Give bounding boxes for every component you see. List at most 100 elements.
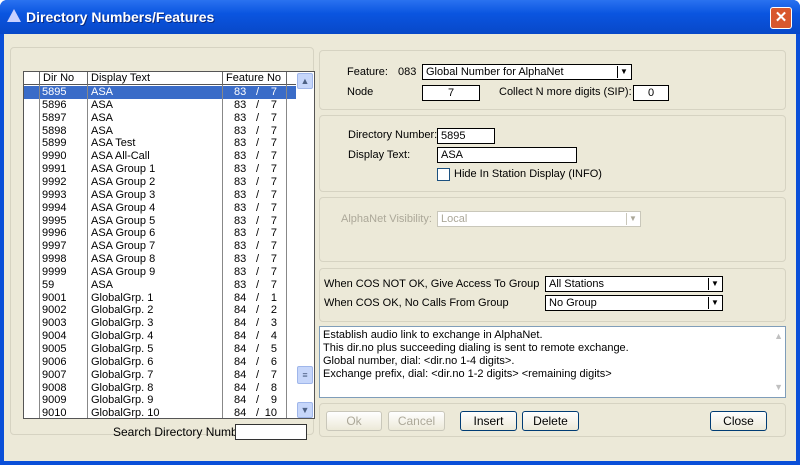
feature-cell: 84	[234, 407, 247, 419]
list-row[interactable]: 9997 ASA Group 7 83 / 7	[24, 240, 296, 253]
collect-digits-input[interactable]: 0	[633, 85, 669, 101]
list-scrollbar[interactable]: ▲ ≡ ▼	[296, 72, 314, 418]
cos-not-ok-label: When COS NOT OK, Give Access To Group	[324, 278, 540, 290]
dir-no-cell: 9999	[42, 265, 67, 278]
feature-sub-cell: 7	[270, 240, 277, 253]
list-row[interactable]: 9003 GlobalGrp. 3 84 / 3	[24, 317, 296, 330]
dir-no-cell: 9994	[42, 201, 67, 214]
title-bar[interactable]: Directory Numbers/Features ✕	[0, 0, 800, 34]
feature-cell: 83	[234, 175, 247, 188]
list-row[interactable]: 9996 ASA Group 6 83 / 7	[24, 227, 296, 240]
entry-group: Directory Number: 5895 Display Text: ASA…	[319, 115, 786, 192]
directory-list[interactable]: Dir No Display Text Feature No 5895 ASA 83…	[23, 71, 315, 419]
hide-in-station-checkbox[interactable]	[437, 168, 450, 181]
list-row[interactable]: 9008 GlobalGrp. 8 84 / 8	[24, 382, 296, 395]
feature-cell: 83	[234, 111, 247, 124]
search-label: Search Directory Number:	[113, 425, 252, 439]
display-text-cell: GlobalGrp. 2	[91, 304, 154, 317]
list-row[interactable]: 9007 GlobalGrp. 7 84 / 7	[24, 369, 296, 382]
list-row[interactable]: 5896 ASA 83 / 7	[24, 99, 296, 112]
dir-no-cell: 9003	[42, 317, 67, 330]
ok-button[interactable]: Ok	[326, 411, 382, 431]
feature-separator: /	[256, 265, 260, 278]
directory-number-input[interactable]: 5895	[437, 128, 495, 144]
feature-cell: 84	[234, 317, 247, 330]
list-row[interactable]: 9009 GlobalGrp. 9 84 / 9	[24, 394, 296, 407]
feature-cell: 83	[234, 201, 247, 214]
delete-button[interactable]: Delete	[522, 411, 579, 431]
list-row[interactable]: 59 ASA 83 / 7	[24, 279, 296, 292]
display-text-cell: GlobalGrp. 5	[91, 343, 154, 355]
feature-description[interactable]: Establish audio link to exchange in Alph…	[319, 326, 786, 398]
scroll-thumb[interactable]: ≡	[297, 366, 313, 384]
list-row[interactable]: 9010 GlobalGrp. 10 84 / 10	[24, 407, 296, 419]
feature-sub-cell: 4	[270, 330, 277, 343]
dialog-window: Directory Numbers/Features ✕ Dir No Disp…	[0, 0, 800, 465]
feature-separator: /	[256, 407, 260, 419]
scroll-up-icon[interactable]: ▲	[297, 73, 313, 89]
search-directory-input[interactable]	[235, 424, 307, 440]
feature-separator: /	[256, 201, 260, 214]
list-row[interactable]: 9992 ASA Group 2 83 / 7	[24, 176, 296, 189]
list-row[interactable]: 9999 ASA Group 9 83 / 7	[24, 266, 296, 279]
feature-sub-cell: 7	[270, 150, 277, 163]
hide-in-station-label: Hide In Station Display (INFO)	[454, 168, 602, 180]
list-row[interactable]: 5899 ASA Test 83 / 7	[24, 137, 296, 150]
feature-cell: 83	[234, 124, 247, 137]
display-text-cell: ASA Group 7	[91, 240, 156, 253]
dropdown-arrow-icon[interactable]: ▼	[708, 297, 721, 309]
list-row[interactable]: 9991 ASA Group 1 83 / 7	[24, 163, 296, 176]
dropdown-arrow-icon[interactable]: ▼	[708, 278, 721, 290]
dropdown-arrow-icon[interactable]: ▼	[617, 66, 630, 78]
display-text-cell: GlobalGrp. 9	[91, 394, 154, 407]
feature-sub-cell: 7	[270, 98, 277, 111]
display-text-cell: ASA Group 2	[91, 175, 156, 188]
list-row[interactable]: 5895 ASA 83 / 7	[24, 86, 296, 99]
display-text-cell: ASA Group 5	[91, 214, 156, 227]
display-text-cell: ASA Group 9	[91, 265, 156, 278]
display-text-input[interactable]: ASA	[437, 147, 577, 163]
column-header-blank	[286, 72, 296, 85]
list-row[interactable]: 5897 ASA 83 / 7	[24, 112, 296, 125]
scroll-up-icon[interactable]: ▲	[774, 330, 783, 343]
cos-ok-dropdown[interactable]: No Group ▼	[545, 295, 723, 311]
list-row[interactable]: 9006 GlobalGrp. 6 84 / 6	[24, 356, 296, 369]
cos-not-ok-dropdown[interactable]: All Stations ▼	[545, 276, 723, 292]
feature-cell: 83	[234, 253, 247, 266]
feature-separator: /	[256, 163, 260, 176]
feature-dropdown[interactable]: Global Number for AlphaNet ▼	[422, 64, 632, 80]
list-row[interactable]: 9998 ASA Group 8 83 / 7	[24, 253, 296, 266]
list-row[interactable]: 9994 ASA Group 4 83 / 7	[24, 202, 296, 215]
list-row[interactable]: 9990 ASA All-Call 83 / 7	[24, 150, 296, 163]
close-window-button[interactable]: ✕	[770, 7, 792, 29]
list-row[interactable]: 9001 GlobalGrp. 1 84 / 1	[24, 292, 296, 305]
dir-no-cell: 9991	[42, 163, 67, 176]
list-row[interactable]: 9004 GlobalGrp. 4 84 / 4	[24, 330, 296, 343]
feature-sub-cell: 7	[270, 278, 277, 291]
display-text-cell: ASA Group 3	[91, 188, 156, 201]
node-input[interactable]: 7	[422, 85, 480, 101]
feature-code: 083	[398, 66, 417, 78]
feature-cell: 83	[234, 86, 247, 98]
feature-separator: /	[256, 214, 260, 227]
feature-sub-cell: 3	[270, 317, 277, 330]
feature-cell: 84	[234, 304, 247, 317]
scroll-down-icon[interactable]: ▼	[774, 381, 783, 394]
list-row[interactable]: 9002 GlobalGrp. 2 84 / 2	[24, 304, 296, 317]
dir-no-cell: 9996	[42, 227, 67, 240]
close-button[interactable]: Close	[710, 411, 767, 431]
scroll-down-icon[interactable]: ▼	[297, 402, 313, 418]
list-row[interactable]: 9995 ASA Group 5 83 / 7	[24, 215, 296, 228]
list-row[interactable]: 5898 ASA 83 / 7	[24, 125, 296, 138]
feature-cell: 83	[234, 227, 247, 240]
column-header-display-text[interactable]: Display Text	[87, 72, 222, 85]
column-header-dir-no[interactable]: Dir No	[39, 72, 87, 85]
insert-button[interactable]: Insert	[460, 411, 517, 431]
feature-separator: /	[256, 111, 260, 124]
node-label: Node	[347, 86, 374, 98]
cancel-button[interactable]: Cancel	[388, 411, 445, 431]
feature-separator: /	[256, 381, 260, 394]
list-row[interactable]: 9993 ASA Group 3 83 / 7	[24, 189, 296, 202]
list-row[interactable]: 9005 GlobalGrp. 5 84 / 5	[24, 343, 296, 356]
column-header-feature-no[interactable]: Feature No	[222, 72, 286, 85]
